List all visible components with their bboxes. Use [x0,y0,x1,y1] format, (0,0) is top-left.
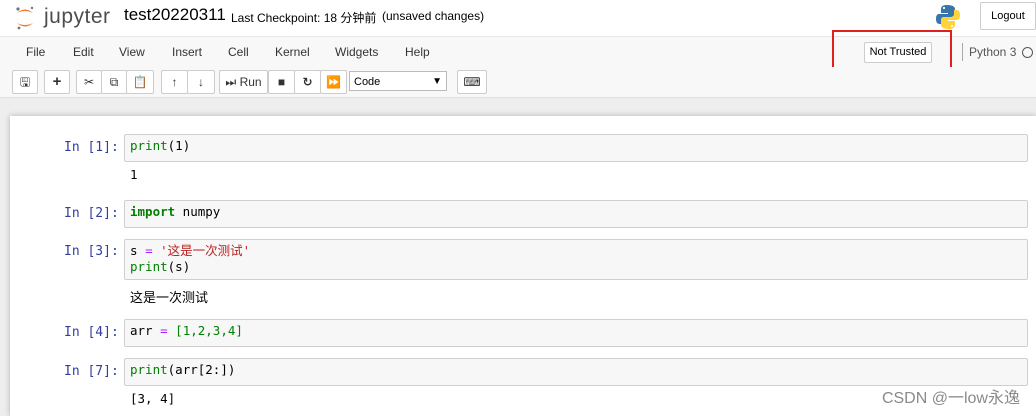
chevron-down-icon: ▼ [432,76,442,87]
checkpoint-status: Last Checkpoint: 18 分钟前 [231,11,377,25]
move-down-button[interactable]: ↓ [187,70,215,94]
restart-run-all-button[interactable]: ⏩ [320,70,347,94]
paste-icon: 📋 [132,75,148,89]
jupyter-logo[interactable]: jupyter [14,4,124,32]
code-token: numpy [175,204,221,219]
menu-file[interactable]: File [26,45,45,59]
code-token: print [130,362,168,377]
code-cell-input[interactable]: print(1) [124,134,1028,162]
cut-icon: ✂ [83,75,95,89]
run-button[interactable]: ⏭ Run [219,70,268,94]
cell-output: 这是一次测试 [130,291,209,306]
jupyter-logo-text: jupyter [44,5,111,28]
cut-button[interactable]: ✂ [76,70,102,94]
cell-prompt: In [1]: [64,140,119,155]
arrow-down-icon: ↓ [198,75,204,89]
code-token: arr [130,323,161,338]
code-token: (arr[2:]) [167,362,236,377]
move-up-button[interactable]: ↑ [161,70,188,94]
code-cell-input[interactable]: arr = [1,2,3,4] [124,319,1028,347]
kernel-name: Python 3 [969,45,1017,59]
code-token: print [130,259,168,274]
jupyter-logo-icon [16,6,34,30]
cell-output: [3, 4] [130,391,176,406]
command-palette-button[interactable]: ⌨ [457,70,487,94]
cell-prompt: In [7]: [64,364,119,379]
code-token: s [130,243,146,258]
code-cell-input[interactable]: import numpy [124,200,1028,228]
notebook-container: In [1]: print(1) 1 In [2]: import numpy … [10,116,1036,416]
keyboard-icon: ⌨ [463,75,481,89]
code-token: = [145,243,153,258]
menu-kernel[interactable]: Kernel [275,45,310,59]
cell-prompt: In [4]: [64,325,119,340]
menu-insert[interactable]: Insert [172,45,202,59]
code-token: '这是一次测试' [152,243,251,258]
code-token: [1,2,3,4] [167,323,243,338]
interrupt-button[interactable]: ■ [268,70,295,94]
code-token: import [130,204,176,219]
paste-button[interactable]: 📋 [126,70,154,94]
code-token: = [160,323,168,338]
watermark: CSDN @一low永逸 [881,390,1020,407]
run-label: Run [239,75,262,89]
unsaved-status: (unsaved changes) [382,9,485,23]
kernel-separator [962,43,963,61]
restart-button[interactable]: ↻ [294,70,321,94]
kernel-status-icon [1022,47,1033,58]
arrow-up-icon: ↑ [171,75,178,89]
restart-icon: ↻ [302,75,313,89]
stop-icon: ■ [277,75,286,89]
run-icon: ⏭ [225,75,237,89]
menu-view[interactable]: View [119,45,145,59]
copy-button[interactable]: ⧉ [101,70,127,94]
menu-edit[interactable]: Edit [73,45,94,59]
copy-icon: ⧉ [109,75,119,89]
plus-icon: + [52,73,62,90]
cell-type-value: Code [354,76,381,88]
cell-prompt: In [3]: [64,244,119,259]
cell-output: 1 [130,167,138,182]
notebook-name[interactable]: test20220311 [124,5,226,25]
logout-button[interactable]: Logout [980,2,1036,30]
fast-forward-icon: ⏩ [326,75,341,89]
menu-widgets[interactable]: Widgets [335,45,378,59]
code-cell-input[interactable]: print(arr[2:]) [124,358,1028,386]
python-logo-icon [936,5,960,29]
menu-cell[interactable]: Cell [228,45,249,59]
save-button[interactable]: 🖫 [12,70,38,94]
code-token: (s) [167,259,191,274]
insert-cell-button[interactable]: + [44,70,70,94]
code-token: print [130,138,168,153]
code-token: (1) [167,138,191,153]
menu-help[interactable]: Help [405,45,430,59]
cell-prompt: In [2]: [64,206,119,221]
toolbar: 🖫 + ✂ ⧉ 📋 ↑ ↓ ⏭ Run ■ ↻ ⏩ Code ▼ ⌨ [0,67,1036,98]
save-icon: 🖫 [19,75,31,89]
cell-type-select[interactable]: Code ▼ [349,71,447,91]
code-cell-input[interactable]: s = '这是一次测试' print(s) [124,239,1028,280]
